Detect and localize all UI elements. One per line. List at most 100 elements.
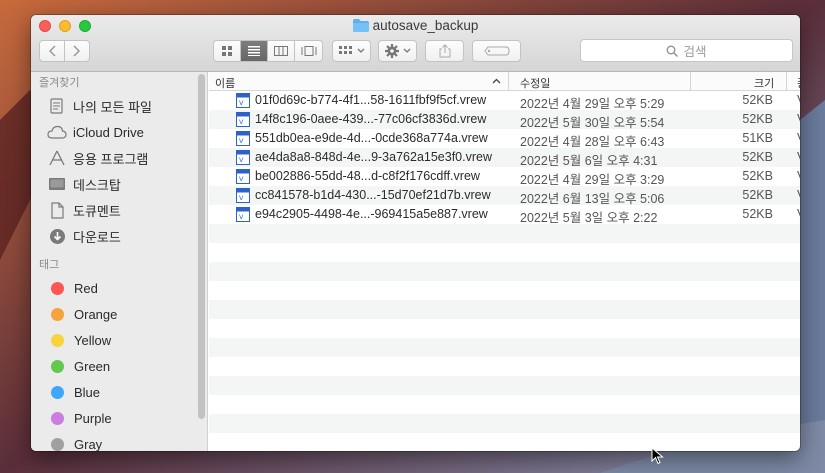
- sort-ascending-icon: [492, 78, 501, 84]
- svg-text:V: V: [239, 156, 244, 164]
- empty-row: [209, 262, 800, 281]
- svg-text:V: V: [239, 118, 244, 126]
- file-kind: V: [797, 207, 800, 221]
- file-name: 14f8c196-0aee-439...-77c06cf3836d.vrew: [255, 112, 487, 126]
- icon-view-button[interactable]: [214, 41, 241, 61]
- file-size: 52KB: [742, 93, 773, 107]
- arrange-button[interactable]: [332, 40, 371, 62]
- sidebar-tag-green[interactable]: Green: [31, 353, 207, 379]
- applications-icon: [47, 149, 67, 167]
- table-row[interactable]: V e94c2905-4498-4e...-969415a5e887.vrew …: [209, 205, 800, 225]
- vrew-file-icon: V: [236, 188, 250, 203]
- sidebar-item-label: 도큐멘트: [73, 203, 121, 219]
- sidebar-item-label: Yellow: [74, 332, 112, 348]
- sidebar-tag-purple[interactable]: Purple: [31, 405, 207, 431]
- empty-row: [209, 395, 800, 414]
- empty-row: [209, 224, 800, 243]
- sidebar-item-label: iCloud Drive: [73, 124, 144, 140]
- file-size: 52KB: [742, 112, 773, 126]
- column-header-size[interactable]: 크기: [754, 75, 774, 91]
- gallery-view-button[interactable]: [295, 41, 322, 61]
- sidebar-item-all-my-files[interactable]: 나의 모든 파일: [31, 93, 207, 119]
- search-field[interactable]: 검색: [580, 39, 793, 62]
- sidebar-item-downloads[interactable]: 다운로드: [31, 223, 207, 249]
- forward-button[interactable]: [65, 41, 89, 61]
- sidebar-tag-gray[interactable]: Gray: [31, 431, 207, 451]
- table-row[interactable]: V 01f0d69c-b774-4f1...58-1611fbf9f5cf.vr…: [209, 91, 800, 111]
- file-name: 551db0ea-e9de-4d...-0cde368a774a.vrew: [255, 131, 488, 145]
- chevron-right-icon: [73, 45, 80, 57]
- tag-color-dot: [51, 281, 64, 295]
- sidebar-tag-blue[interactable]: Blue: [31, 379, 207, 405]
- share-button[interactable]: [425, 40, 464, 62]
- title-bar: autosave_backup 검색: [31, 15, 800, 72]
- sidebar-item-desktop[interactable]: 데스크탑: [31, 171, 207, 197]
- mouse-pointer-icon: [651, 447, 664, 465]
- empty-row: [209, 357, 800, 376]
- file-kind: V: [797, 150, 800, 164]
- finder-window: autosave_backup 검색 즐겨찾기 나의 모든 파일 iCloud …: [31, 15, 800, 451]
- view-mode-control: [213, 40, 323, 62]
- column-header-kind[interactable]: 종: [797, 75, 800, 91]
- vrew-file-icon: V: [236, 93, 250, 108]
- table-row[interactable]: V be002886-55dd-48...d-c8f2f176cdff.vrew…: [209, 167, 800, 187]
- table-row[interactable]: V 14f8c196-0aee-439...-77c06cf3836d.vrew…: [209, 110, 800, 130]
- column-header-modified[interactable]: 수정일: [520, 75, 550, 91]
- vrew-file-icon: V: [236, 207, 250, 222]
- column-view-button[interactable]: [268, 41, 295, 61]
- sidebar-item-icloud-drive[interactable]: iCloud Drive: [31, 119, 207, 145]
- file-kind: V: [797, 131, 800, 145]
- search-icon: [667, 45, 679, 57]
- table-row[interactable]: V cc841578-b1d4-430...-15d70ef21d7b.vrew…: [209, 186, 800, 206]
- column-separator[interactable]: [508, 72, 509, 91]
- sidebar-item-documents[interactable]: 도큐멘트: [31, 197, 207, 223]
- empty-row: [209, 433, 800, 451]
- sidebar-tag-yellow[interactable]: Yellow: [31, 327, 207, 353]
- cloud-icon: [47, 123, 67, 141]
- sidebar-tag-red[interactable]: Red: [31, 275, 207, 301]
- sidebar-tags-header: 태그: [39, 259, 60, 271]
- edit-tags-button[interactable]: [472, 40, 521, 62]
- window-title: autosave_backup: [31, 18, 800, 33]
- file-size: 52KB: [742, 169, 773, 183]
- svg-text:V: V: [239, 175, 244, 183]
- column-separator[interactable]: [690, 72, 691, 91]
- all-files-icon: [47, 97, 67, 115]
- svg-text:V: V: [239, 137, 244, 145]
- sidebar-favorites-header: 즐겨찾기: [39, 77, 80, 89]
- folder-icon: [352, 19, 369, 32]
- action-button[interactable]: [378, 40, 417, 62]
- sidebar-item-label: Red: [74, 280, 98, 296]
- tag-color-dot: [51, 333, 64, 347]
- sidebar-item-label: Green: [74, 358, 111, 374]
- sidebar-item-label: Gray: [74, 436, 103, 452]
- file-size: 52KB: [742, 188, 773, 202]
- sidebar-tag-orange[interactable]: Orange: [31, 301, 207, 327]
- back-forward-control: [39, 40, 90, 62]
- file-rows: V 01f0d69c-b774-4f1...58-1611fbf9f5cf.vr…: [209, 91, 800, 451]
- table-row[interactable]: V ae4da8a8-848d-4e...9-3a762a15e3f0.vrew…: [209, 148, 800, 168]
- empty-row: [209, 414, 800, 433]
- list-view-button[interactable]: [241, 41, 268, 61]
- grid-icon: [221, 45, 232, 56]
- downloads-icon: [47, 227, 67, 245]
- file-name: be002886-55dd-48...d-c8f2f176cdff.vrew: [255, 169, 480, 183]
- column-header-name[interactable]: 이름: [215, 75, 235, 91]
- empty-row: [209, 281, 800, 300]
- sidebar-scrollbar[interactable]: [198, 74, 205, 419]
- sidebar-item-label: 나의 모든 파일: [73, 99, 152, 115]
- window-title-text: autosave_backup: [372, 18, 479, 33]
- file-kind: V: [797, 169, 800, 183]
- table-row[interactable]: V 551db0ea-e9de-4d...-0cde368a774a.vrew …: [209, 129, 800, 149]
- sidebar-item-label: Blue: [74, 384, 101, 400]
- tag-color-dot: [51, 411, 64, 425]
- documents-icon: [47, 201, 67, 219]
- column-separator[interactable]: [786, 72, 787, 91]
- tag-color-dot: [51, 385, 64, 399]
- sidebar-item-applications[interactable]: 응용 프로그램: [31, 145, 207, 171]
- file-name: cc841578-b1d4-430...-15d70ef21d7b.vrew: [255, 188, 491, 202]
- vrew-file-icon: V: [236, 150, 250, 165]
- sidebar: 즐겨찾기 나의 모든 파일 iCloud Drive 응용 프로그램 데스크탑 …: [31, 72, 208, 451]
- empty-row: [209, 319, 800, 338]
- back-button[interactable]: [40, 41, 65, 61]
